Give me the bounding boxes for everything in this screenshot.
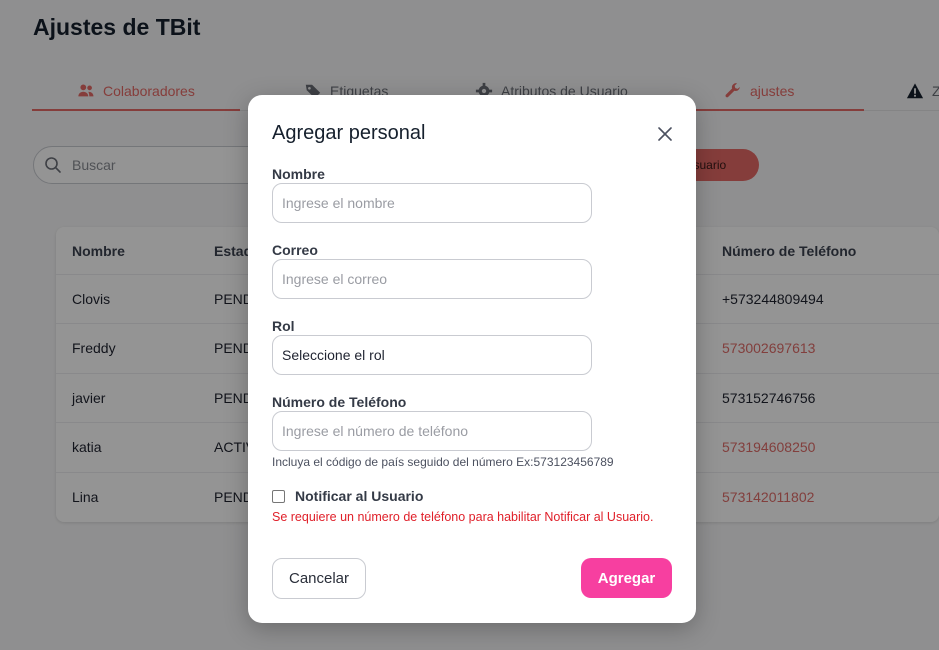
role-select[interactable]: Seleccione el rol: [272, 335, 592, 375]
notify-row: Notificar al Usuario: [272, 488, 423, 504]
phone-hint: Incluya el código de país seguido del nú…: [272, 455, 614, 469]
notify-label[interactable]: Notificar al Usuario: [295, 488, 423, 504]
email-label: Correo: [272, 242, 318, 258]
phone-label: Número de Teléfono: [272, 394, 407, 410]
notify-error-message: Se requiere un número de teléfono para h…: [272, 510, 654, 524]
phone-input[interactable]: [272, 411, 592, 451]
modal-title: Agregar personal: [272, 122, 426, 144]
cancel-button[interactable]: Cancelar: [272, 558, 366, 599]
email-input[interactable]: [272, 259, 592, 299]
name-label: Nombre: [272, 166, 325, 182]
name-input[interactable]: [272, 183, 592, 223]
notify-checkbox[interactable]: [272, 489, 285, 503]
add-button[interactable]: Agregar: [581, 558, 672, 598]
role-select-value: Seleccione el rol: [282, 347, 385, 363]
role-label: Rol: [272, 318, 295, 334]
close-icon[interactable]: [656, 125, 674, 143]
add-staff-modal: Agregar personal Nombre Correo Rol Selec…: [248, 95, 696, 623]
